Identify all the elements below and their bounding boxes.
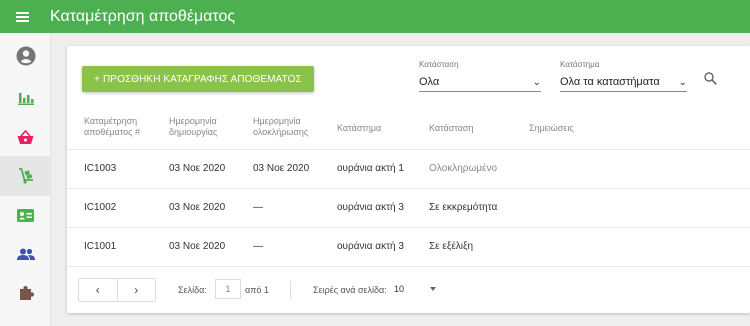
sidebar-item-inventory[interactable] [0, 156, 51, 196]
cell-count-id: IC1003 [84, 163, 117, 174]
pagination-buttons: ‹ › [78, 278, 156, 302]
inventory-cart-icon [18, 168, 33, 184]
search-icon[interactable] [704, 72, 717, 85]
sidebar-item-employees[interactable] [0, 234, 51, 274]
status-filter-select[interactable]: Ολα ⌄ [419, 73, 541, 92]
bar-chart-icon [17, 93, 34, 105]
sidebar-item-account[interactable] [0, 36, 51, 76]
puzzle-icon [19, 286, 34, 300]
people-icon [16, 248, 35, 260]
cell-status: Σε εξέλιξη [429, 241, 474, 252]
cell-count-id: IC1001 [84, 241, 117, 252]
cell-store: ουράνια ακτή 1 [337, 163, 404, 174]
cell-completed: — [253, 202, 263, 213]
pagination-bar: ‹ › Σελίδα: 1 από 1 Σειρές ανά σελίδα: 1… [67, 272, 750, 308]
store-filter-select[interactable]: Ολα τα καταστήματα ⌄ [560, 73, 687, 92]
cell-store: ουράνια ακτή 3 [337, 202, 404, 213]
chevron-down-icon: ⌄ [678, 76, 687, 88]
inventory-count-card: + ΠΡΟΣΘΗΚΗ ΚΑΤΑΓΡΑΦΗΣ ΑΠΟΘΕΜΑΤΟΣ Κατάστα… [67, 46, 750, 313]
sidebar-item-sales[interactable] [0, 117, 51, 157]
cell-created: 03 Νοε 2020 [169, 163, 226, 174]
store-filter[interactable]: Κατάστημα Ολα τα καταστήματα ⌄ [560, 60, 687, 92]
cell-created: 03 Νοε 2020 [169, 241, 226, 252]
chevron-down-icon: ⌄ [532, 76, 541, 88]
cell-completed: 03 Νοε 2020 [253, 163, 310, 174]
store-filter-value: Ολα τα καταστήματα [560, 76, 660, 88]
column-header-status[interactable]: Κατάσταση [429, 123, 473, 134]
cell-status: Ολοκληρωμένο [429, 163, 498, 174]
table-row[interactable]: IC1002 03 Νοε 2020 — ουράνια ακτή 3 Σε ε… [67, 189, 750, 228]
column-header-count-id[interactable]: Καταμέτρηση αποθέματος # [84, 116, 140, 138]
next-page-button[interactable]: › [118, 279, 156, 301]
dropdown-arrow-icon [430, 287, 436, 291]
store-filter-label: Κατάστημα [560, 60, 600, 69]
column-header-created[interactable]: Ημερομηνία δημιουργίας [169, 116, 217, 138]
app-bar: Καταμέτρηση αποθέματος [0, 0, 750, 33]
contact-card-icon [17, 208, 34, 222]
status-filter[interactable]: Κατάσταση Ολα ⌄ [419, 60, 541, 92]
basket-icon [17, 129, 34, 144]
column-header-completed[interactable]: Ημερομηνία ολοκλήρωσης [253, 116, 308, 138]
cell-status: Σε εκκρεμότητα [429, 202, 498, 213]
page-title: Καταμέτρηση αποθέματος [50, 7, 236, 25]
table-row[interactable]: IC1003 03 Νοε 2020 03 Νοε 2020 ουράνια α… [67, 150, 750, 189]
cell-count-id: IC1002 [84, 202, 117, 213]
page-total: από 1 [245, 285, 269, 295]
rows-per-page-label: Σειρές ανά σελίδα: [313, 285, 387, 295]
sidebar [0, 33, 51, 326]
rows-per-page-select[interactable]: 10 [394, 280, 440, 298]
cell-created: 03 Νοε 2020 [169, 202, 226, 213]
sidebar-item-integrations[interactable] [0, 273, 51, 313]
account-icon [16, 46, 35, 66]
sidebar-item-customers[interactable] [0, 195, 51, 235]
page-number-input[interactable]: 1 [215, 279, 241, 299]
status-filter-label: Κατάσταση [419, 60, 459, 69]
menu-icon[interactable] [16, 11, 29, 22]
table-header: Καταμέτρηση αποθέματος # Ημερομηνία δημι… [67, 116, 750, 150]
add-inventory-count-button[interactable]: + ΠΡΟΣΘΗΚΗ ΚΑΤΑΓΡΑΦΗΣ ΑΠΟΘΕΜΑΤΟΣ [82, 66, 314, 92]
column-header-store[interactable]: Κατάστημα [337, 123, 381, 134]
column-header-notes[interactable]: Σημειώσεις [529, 123, 574, 134]
status-filter-value: Ολα [419, 76, 440, 88]
page-label: Σελίδα: [178, 285, 207, 295]
prev-page-button[interactable]: ‹ [79, 279, 118, 301]
sidebar-item-reports[interactable] [0, 78, 51, 118]
divider [290, 281, 291, 299]
rows-per-page-value: 10 [394, 284, 405, 294]
table-row[interactable]: IC1001 03 Νοε 2020 — ουράνια ακτή 3 Σε ε… [67, 228, 750, 267]
cell-store: ουράνια ακτή 3 [337, 241, 404, 252]
cell-completed: — [253, 241, 263, 252]
